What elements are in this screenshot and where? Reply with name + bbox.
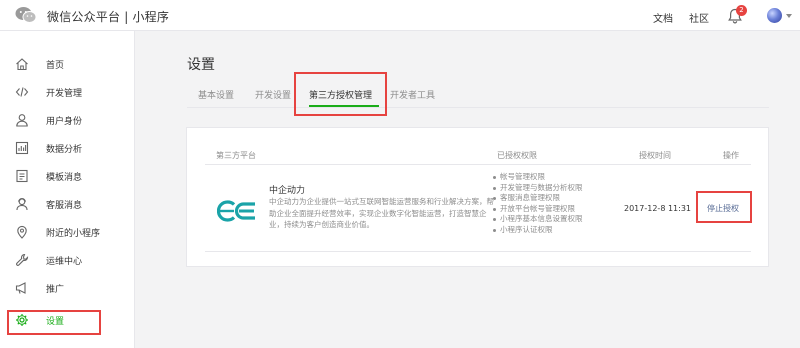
wrench-icon bbox=[16, 253, 29, 266]
sidebar-item-user-identity[interactable]: 用户身份 bbox=[0, 107, 135, 135]
column-header-permissions: 已授权权限 bbox=[497, 151, 537, 160]
table-header-divider bbox=[205, 164, 751, 165]
tab-highlight-box bbox=[294, 72, 387, 116]
megaphone-icon bbox=[15, 282, 26, 294]
page-title: 设置 bbox=[187, 57, 215, 73]
sidebar-item-label: 首页 bbox=[46, 61, 65, 71]
sidebar-item-label: 附近的小程序 bbox=[46, 229, 101, 239]
avatar[interactable] bbox=[767, 8, 782, 23]
sidebar-item-template-messages[interactable]: 模板消息 bbox=[0, 163, 135, 191]
community-link[interactable]: 社区 bbox=[689, 10, 709, 25]
sidebar-item-nearby-miniprograms[interactable]: 附近的小程序 bbox=[0, 219, 135, 247]
authorization-time: 2017-12-8 11:31 bbox=[624, 204, 691, 213]
top-bar: 微信公众平台 | 小程序 文档 社区 2 bbox=[0, 0, 800, 31]
document-icon bbox=[16, 169, 28, 183]
sidebar-item-label: 推广 bbox=[46, 285, 65, 295]
chevron-down-icon[interactable] bbox=[786, 14, 792, 18]
sidebar-item-label: 数据分析 bbox=[46, 145, 83, 155]
code-icon bbox=[15, 87, 29, 97]
tab-developer-tools[interactable]: 开发者工具 bbox=[390, 88, 435, 101]
settings-highlight-box bbox=[7, 310, 101, 335]
sidebar-item-label: 运维中心 bbox=[46, 257, 83, 267]
third-party-platform-description: 中企动力为企业提供一站式互联网智能运营服务和行业解决方案，帮助企业全面提升经营效… bbox=[269, 197, 494, 229]
sidebar-item-dev-management[interactable]: 开发管理 bbox=[0, 79, 135, 107]
list-item: 帐号管理权限 bbox=[492, 172, 583, 183]
tab-dev-settings[interactable]: 开发设置 bbox=[255, 88, 291, 101]
sidebar-item-label: 模板消息 bbox=[46, 173, 83, 183]
location-icon bbox=[17, 225, 27, 239]
column-header-time: 授权时间 bbox=[639, 151, 671, 160]
list-item: 小程序认证权限 bbox=[492, 225, 583, 236]
ce-logo-icon bbox=[217, 200, 255, 222]
sidebar-item-data-analysis[interactable]: 数据分析 bbox=[0, 135, 135, 163]
docs-link[interactable]: 文档 bbox=[653, 10, 673, 25]
list-item: 开发管理与数据分析权限 bbox=[492, 183, 583, 194]
permissions-list: 帐号管理权限 开发管理与数据分析权限 客服消息管理权限 开放平台帐号管理权限 小… bbox=[492, 172, 583, 236]
table-row-divider bbox=[205, 251, 751, 252]
list-item: 开放平台帐号管理权限 bbox=[492, 204, 583, 215]
sidebar-item-label: 客服消息 bbox=[46, 201, 83, 211]
sidebar-item-label: 开发管理 bbox=[46, 89, 83, 99]
authorization-panel: 第三方平台 已授权权限 授权时间 操作 中企动力 中企动力为企业提供一站式互联网… bbox=[186, 127, 769, 267]
list-item: 客服消息管理权限 bbox=[492, 193, 583, 204]
sidebar: 首页 开发管理 用户身份 数据分析 模板消息 客服消息 附近的小程序 运维中心 … bbox=[0, 31, 135, 348]
tab-basic-settings[interactable]: 基本设置 bbox=[198, 88, 234, 101]
tab-bar: 基本设置 开发设置 第三方授权管理 开发者工具 bbox=[187, 82, 769, 108]
customer-service-icon bbox=[16, 198, 28, 211]
home-icon bbox=[16, 58, 28, 71]
sidebar-item-promotion[interactable]: 推广 bbox=[0, 275, 135, 303]
third-party-platform-name: 中企动力 bbox=[269, 186, 306, 196]
chart-icon bbox=[15, 141, 29, 155]
sidebar-item-customer-service[interactable]: 客服消息 bbox=[0, 191, 135, 219]
column-header-platform: 第三方平台 bbox=[216, 151, 256, 160]
wechat-logo-icon bbox=[15, 7, 37, 23]
brand-title[interactable]: 微信公众平台 | 小程序 bbox=[47, 8, 169, 25]
notification-badge: 2 bbox=[736, 5, 747, 16]
user-icon bbox=[16, 114, 28, 127]
sidebar-item-home[interactable]: 首页 bbox=[0, 51, 135, 79]
main-content: 设置 基本设置 开发设置 第三方授权管理 开发者工具 第三方平台 已授权权限 授… bbox=[136, 31, 800, 348]
list-item: 小程序基本信息设置权限 bbox=[492, 214, 583, 225]
column-header-action: 操作 bbox=[723, 151, 739, 160]
sidebar-item-ops-center[interactable]: 运维中心 bbox=[0, 247, 135, 275]
action-highlight-box bbox=[696, 191, 752, 223]
sidebar-item-label: 用户身份 bbox=[46, 117, 83, 127]
